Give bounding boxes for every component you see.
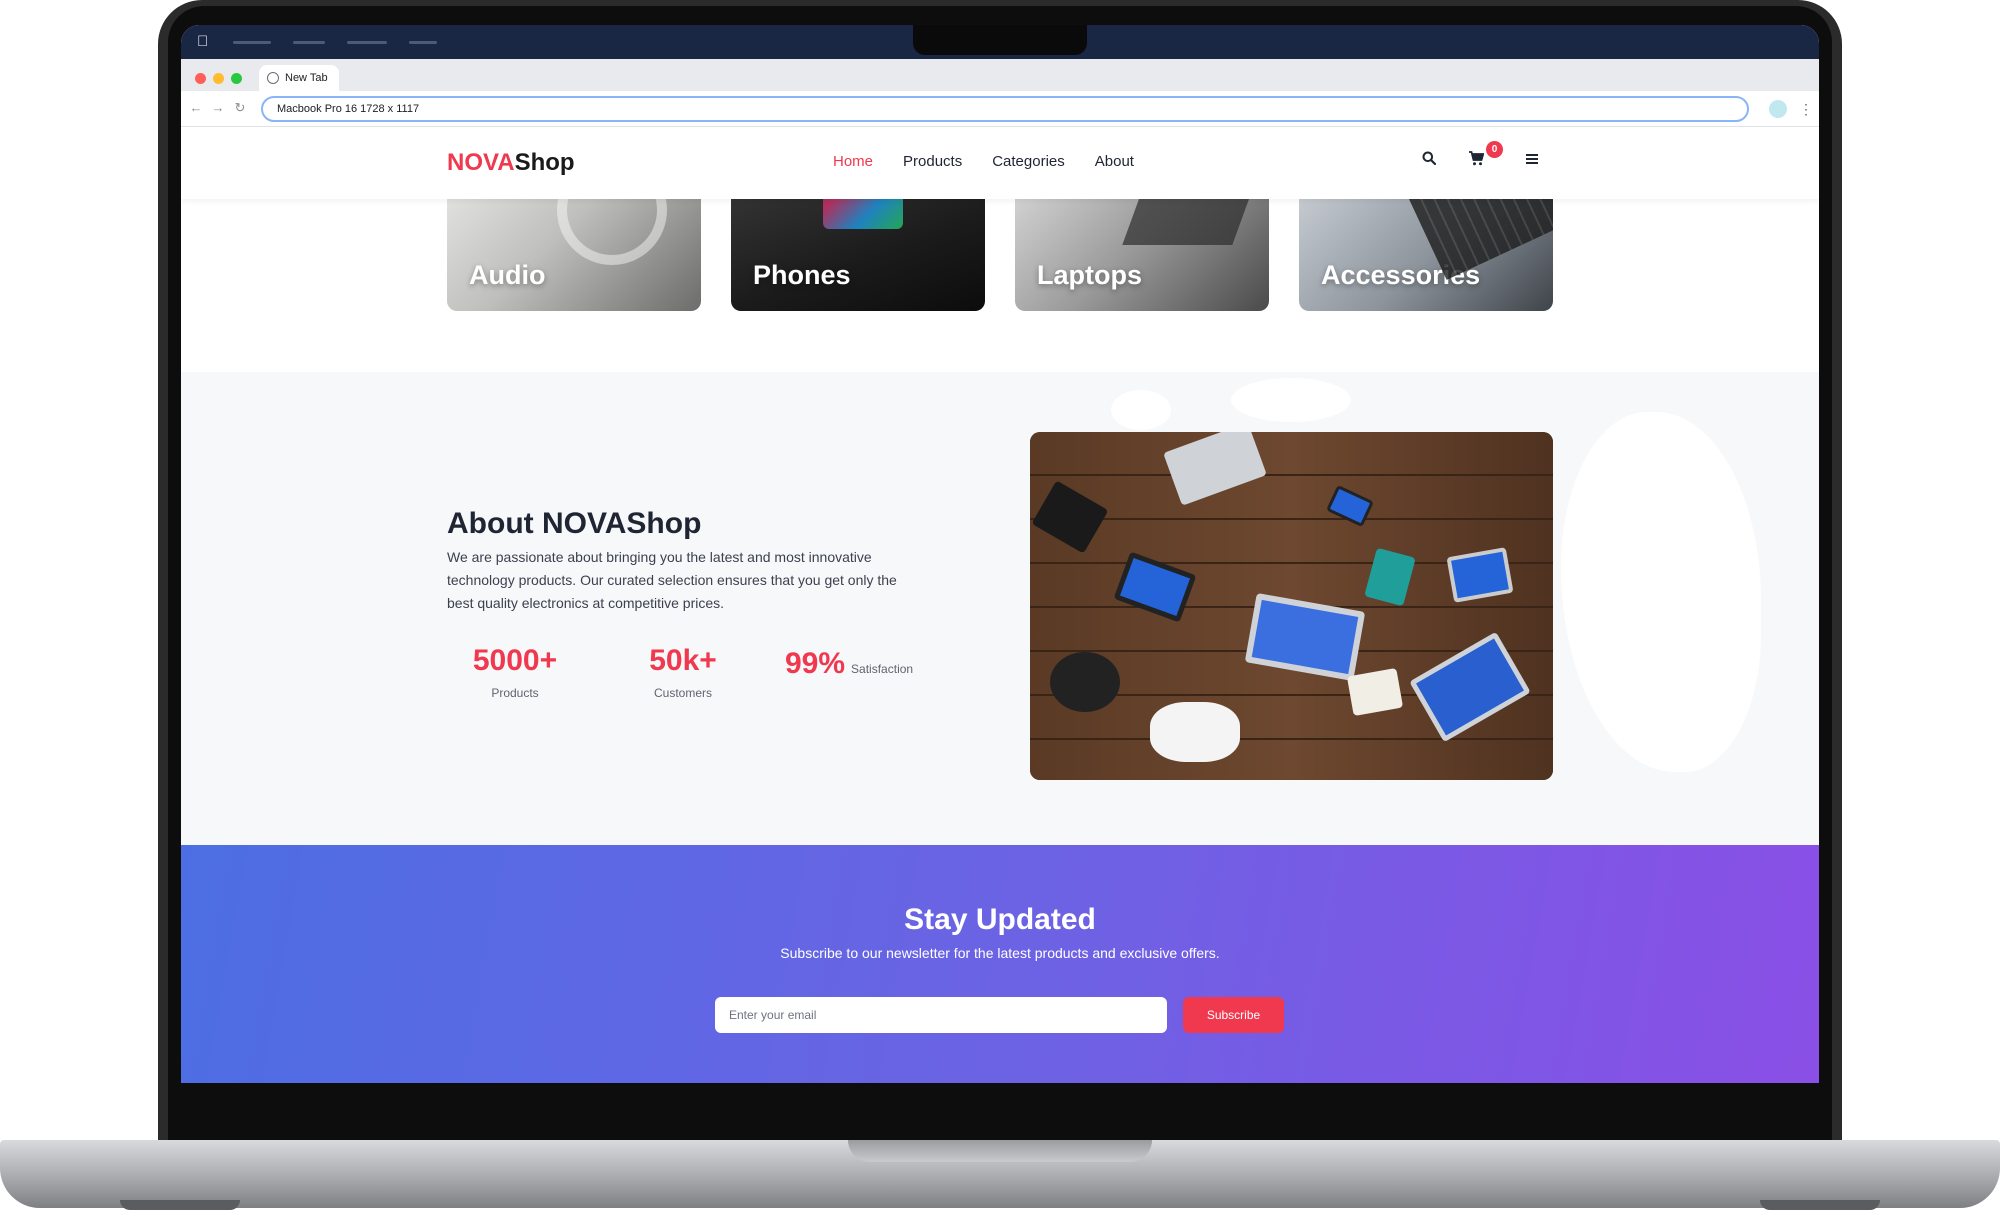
nav-link-products[interactable]: Products	[903, 153, 962, 170]
nav-link-categories[interactable]: Categories	[992, 153, 1065, 170]
browser-tab[interactable]: New Tab	[259, 65, 339, 91]
search-icon[interactable]	[1419, 151, 1439, 171]
stat-products: 5000+ Products	[447, 644, 583, 700]
logo-text: Shop	[514, 149, 575, 176]
nav-link-home[interactable]: Home	[833, 153, 873, 170]
category-label: Accessories	[1321, 260, 1481, 290]
category-label: Laptops	[1037, 260, 1142, 290]
laptop-foot-right	[1760, 1200, 1880, 1210]
minimize-window-button[interactable]	[213, 73, 224, 84]
menu-placeholder-4[interactable]	[409, 41, 437, 44]
stat-label: Satisfaction	[851, 662, 914, 676]
tab-title: New Tab	[285, 72, 328, 84]
nav-link-about[interactable]: About	[1095, 153, 1134, 170]
category-label: Phones	[753, 260, 851, 290]
reload-icon[interactable]: ↻	[233, 101, 247, 115]
maximize-window-button[interactable]	[231, 73, 242, 84]
about-title: About NOVAShop	[447, 507, 702, 540]
decorative-blob	[1111, 390, 1171, 430]
laptop-foot-left	[120, 1200, 240, 1210]
mac-menubar: 	[181, 25, 1819, 59]
subscribe-button[interactable]: Subscribe	[1183, 997, 1284, 1033]
stat-value: 99%	[785, 647, 846, 680]
apple-logo-icon[interactable]: 	[197, 34, 211, 50]
decorative-blob	[1231, 378, 1351, 422]
stat-value: 50k+	[649, 644, 717, 677]
site-logo[interactable]: NOVAShop	[447, 149, 575, 177]
email-input[interactable]	[715, 997, 1167, 1033]
stat-value: 5000+	[472, 644, 558, 677]
category-label: Audio	[469, 260, 546, 290]
menu-placeholder-3[interactable]	[347, 41, 387, 44]
profile-avatar[interactable]	[1769, 100, 1787, 118]
hamburger-menu-icon[interactable]	[1522, 151, 1542, 171]
camera-notch	[913, 25, 1087, 55]
decorative-blob	[1561, 412, 1761, 772]
screen:  New Tab ← → ↻ Macbook Pro 16 1728 x 11…	[181, 25, 1819, 1083]
newsletter-title: Stay Updated	[904, 903, 1096, 936]
address-bar[interactable]: Macbook Pro 16 1728 x 1117	[261, 96, 1749, 122]
stat-label: Products	[491, 686, 539, 700]
menu-placeholder-1[interactable]	[233, 41, 271, 44]
forward-arrow-icon[interactable]: →	[211, 101, 225, 115]
newsletter-subtitle: Subscribe to our newsletter for the late…	[780, 945, 1220, 961]
stat-satisfaction: 99% Satisfaction	[785, 647, 913, 681]
logo-accent-text: NOVA	[447, 149, 515, 176]
cart-count-badge: 0	[1486, 141, 1503, 158]
globe-icon	[267, 72, 279, 84]
newsletter-section: Stay Updated Subscribe to our newsletter…	[181, 845, 1819, 1083]
browser-toolbar: ← → ↻ Macbook Pro 16 1728 x 1117 ⋮	[181, 91, 1819, 127]
browser-tab-strip: New Tab	[181, 59, 1819, 91]
about-description: We are passionate about bringing you the…	[447, 549, 897, 611]
close-window-button[interactable]	[195, 73, 206, 84]
back-arrow-icon[interactable]: ←	[189, 101, 203, 115]
browser-menu-icon[interactable]: ⋮	[1799, 100, 1813, 118]
about-section: About NOVAShop We are passionate about b…	[181, 372, 1819, 845]
stat-label: Customers	[653, 686, 712, 700]
laptop-opening-notch	[848, 1140, 1152, 1162]
main-nav: Home Products Categories About	[833, 153, 1134, 170]
site-header: NOVAShop Home Products Categories About …	[181, 127, 1819, 199]
cart-icon[interactable]	[1466, 151, 1486, 171]
menu-placeholder-2[interactable]	[293, 41, 325, 44]
stat-customers: 50k+ Customers	[615, 644, 751, 700]
team-photo	[1030, 432, 1553, 780]
